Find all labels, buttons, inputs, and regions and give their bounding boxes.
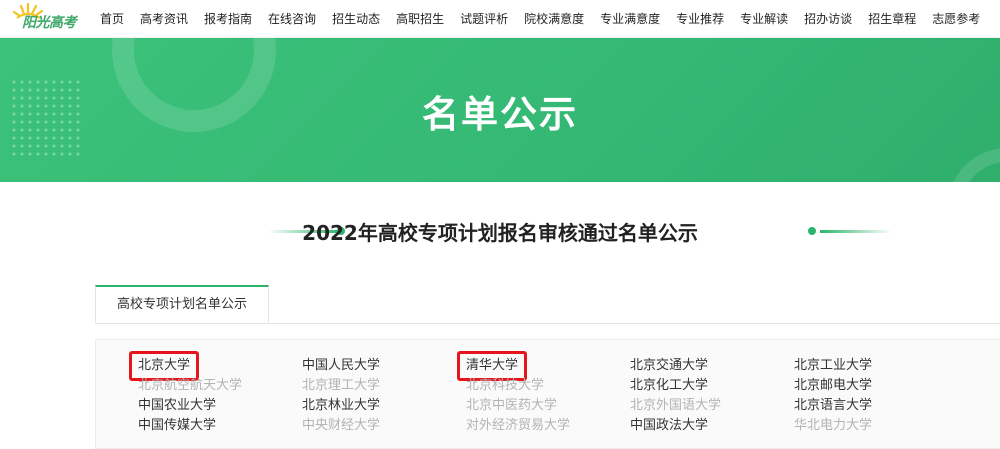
nav-link[interactable]: 首页 xyxy=(100,10,124,27)
tab-bar: 高校专项计划名单公示 xyxy=(95,285,1000,324)
nav-link[interactable]: 报考指南 xyxy=(204,10,252,27)
university-link[interactable]: 中国传媒大学 xyxy=(138,417,216,435)
university-link[interactable]: 北京邮电大学 xyxy=(794,377,872,395)
university-link[interactable]: 清华大学 xyxy=(466,357,518,375)
top-navigation-bar: 阳光高考 首页 高考资讯 报考指南 在线咨询 招生动态 高职招生 试题评析 院校满意度 专业满意… xyxy=(0,0,1000,38)
section-heading: 2022年高校专项计划报名审核通过名单公示 xyxy=(0,212,1000,252)
university-link: 北京外国语大学 xyxy=(630,398,722,413)
nav-link[interactable]: 高考资讯 xyxy=(140,10,188,27)
banner-ring-decoration xyxy=(948,148,1000,182)
university-list: 北京大学 中国人民大学 清华大学 北京交通大学 北京工业大学北京航空航天大学 北京理工大学… xyxy=(95,339,1000,449)
university-link: 北京中医药大学 xyxy=(466,398,558,413)
main-nav: 首页 高考资讯 报考指南 在线咨询 招生动态 高职招生 试题评析 院校满意度 专业满意度 专业推荐… xyxy=(100,0,996,37)
nav-link[interactable]: 院校满意度 xyxy=(524,10,584,27)
university-link[interactable]: 北京大学 xyxy=(138,357,190,375)
university-link[interactable]: 中国政法大学 xyxy=(630,417,708,435)
title-decoration-dot xyxy=(808,227,816,235)
university-link: 中央财经大学 xyxy=(302,418,381,433)
page-banner: 名单公示 xyxy=(0,38,1000,182)
nav-link[interactable]: 试题评析 xyxy=(460,10,508,27)
university-link[interactable]: 北京林业大学 xyxy=(302,397,380,415)
university-link[interactable]: 北京工业大学 xyxy=(794,357,872,375)
tab-special-plan-list[interactable]: 高校专项计划名单公示 xyxy=(95,285,269,323)
university-link[interactable]: 中国人民大学 xyxy=(302,357,380,375)
nav-link[interactable]: 志愿参考 xyxy=(932,10,980,27)
nav-link[interactable]: 招生章程 xyxy=(868,10,916,27)
banner-title: 名单公示 xyxy=(422,93,578,136)
university-link: 华北电力大学 xyxy=(794,418,873,433)
logo-text: 阳光高考 xyxy=(22,15,77,31)
university-link: 北京理工大学 xyxy=(302,378,381,393)
nav-link[interactable]: 专业满意度 xyxy=(600,10,660,27)
site-logo[interactable]: 阳光高考 xyxy=(8,2,78,36)
title-decoration-right xyxy=(820,230,892,233)
university-link: 北京航空航天大学 xyxy=(138,378,243,393)
university-link[interactable]: 北京化工大学 xyxy=(630,377,708,395)
nav-link[interactable]: 招办访谈 xyxy=(804,10,852,27)
university-link: 北京科技大学 xyxy=(466,378,545,393)
nav-link[interactable]: 招生动态 xyxy=(332,10,380,27)
nav-link[interactable]: 专业解读 xyxy=(740,10,788,27)
university-link[interactable]: 北京交通大学 xyxy=(630,357,708,375)
nav-link[interactable]: 在线咨询 xyxy=(268,10,316,27)
nav-link[interactable]: 专业推荐 xyxy=(676,10,724,27)
university-link[interactable]: 中国农业大学 xyxy=(138,397,216,415)
university-link: 对外经济贸易大学 xyxy=(466,418,571,433)
university-link[interactable]: 北京语言大学 xyxy=(794,397,872,415)
nav-link[interactable]: 高职招生 xyxy=(396,10,444,27)
